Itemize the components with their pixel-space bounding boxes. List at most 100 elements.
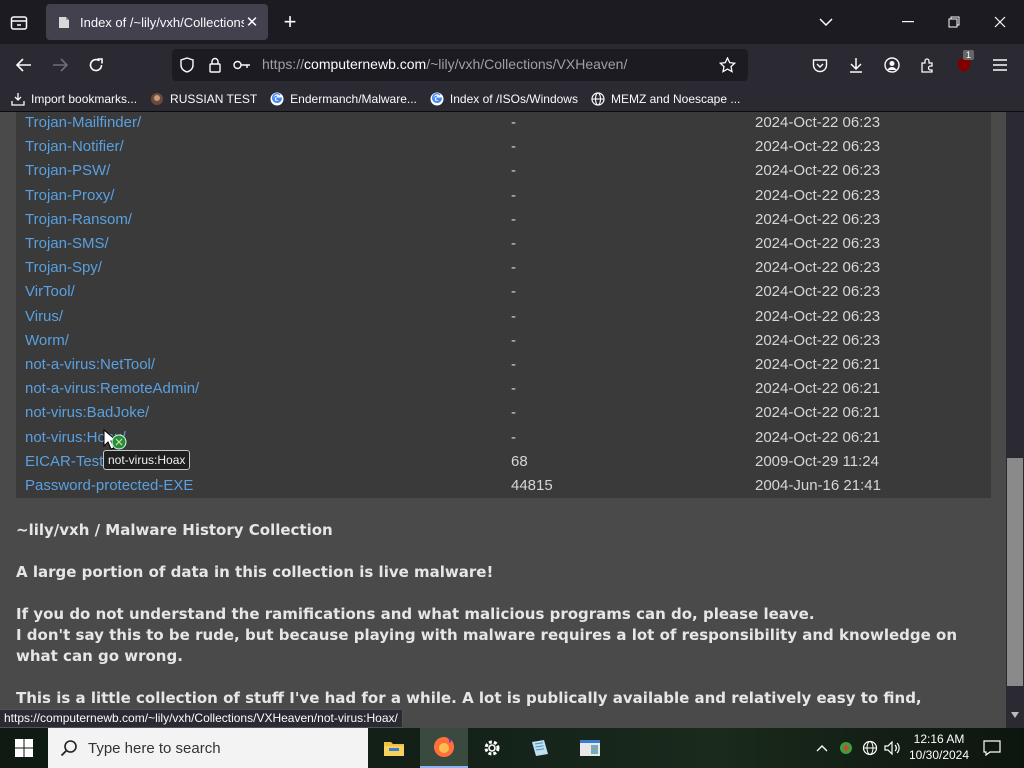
bookmark-star-icon[interactable] [718, 56, 736, 74]
listing-size: - [511, 331, 516, 349]
listing-link[interactable]: EICAR-Test [25, 453, 103, 470]
bookmark-russian-test[interactable]: RUSSIAN TEST [149, 91, 257, 107]
taskbar-search-box[interactable]: Type here to search [48, 728, 368, 768]
listing-size: - [511, 307, 516, 325]
listing-date: 2024-Oct-22 06:23 [755, 186, 881, 204]
listing-link[interactable]: Trojan-Ransom/ [25, 211, 132, 228]
tray-overflow-icon[interactable] [812, 738, 832, 758]
url-bar[interactable]: https://computernewb.com/~lily/vxh/Colle… [172, 49, 748, 81]
listing-link[interactable]: Virus/ [25, 308, 63, 325]
close-window-icon[interactable] [990, 12, 1010, 32]
listing-date: 2024-Oct-22 06:23 [755, 210, 881, 228]
pocket-icon[interactable] [810, 55, 830, 75]
bookmark-label: MEMZ and Noescape ... [610, 91, 741, 106]
extensions-icon[interactable] [918, 55, 938, 75]
tab-title: Index of /~lily/vxh/Collections/ [80, 14, 244, 30]
listing-date: 2024-Oct-22 06:21 [755, 356, 881, 373]
url-scheme: https:// [262, 56, 305, 72]
listing-size: - [511, 235, 516, 252]
firefox-icon[interactable] [420, 728, 468, 768]
restore-icon[interactable] [944, 12, 964, 32]
account-icon[interactable] [882, 55, 902, 75]
listing-link[interactable]: Worm/ [25, 332, 69, 349]
taskbar-clock[interactable]: 12:16 AM 10/30/2024 [904, 731, 974, 763]
listing-link[interactable]: Password-protected-EXE [25, 477, 193, 494]
search-placeholder: Type here to search [88, 739, 221, 757]
bookmark-label: RUSSIAN TEST [170, 91, 258, 106]
notification-icon[interactable] [982, 738, 1002, 758]
listing-date: 2024-Oct-22 06:23 [755, 331, 881, 349]
tab-list-icon[interactable] [8, 12, 30, 34]
start-button[interactable] [0, 728, 48, 768]
listing-row: not-a-virus:NetTool/ - 2024-Oct-22 06:21 [16, 354, 991, 378]
listing-size: - [511, 210, 516, 228]
listing-date: 2009-Oct-29 11:24 [755, 452, 879, 470]
listing-row: Worm/ - 2024-Oct-22 06:23 [16, 330, 991, 354]
page-scrollbar[interactable] [1006, 112, 1024, 728]
notepad-icon[interactable] [516, 728, 564, 768]
ublock-icon[interactable]: 1 [954, 50, 975, 75]
page-favicon-icon [59, 17, 69, 28]
listing-date: 2024-Oct-22 06:21 [755, 380, 881, 398]
bookmark-import[interactable]: Import bookmarks... [10, 91, 137, 107]
key-icon[interactable] [232, 56, 252, 74]
site-icon [149, 91, 165, 107]
scroll-down-icon[interactable] [1011, 712, 1019, 718]
volume-icon[interactable] [882, 738, 902, 758]
lock-icon[interactable] [206, 56, 224, 74]
settings-icon[interactable] [468, 728, 516, 768]
bookmark-isos-windows[interactable]: Index of /ISOs/Windows [429, 91, 578, 107]
listing-link[interactable]: Trojan-Spy/ [25, 259, 102, 276]
listing-date: 2024-Oct-22 06:23 [755, 162, 881, 180]
reload-icon[interactable] [86, 55, 106, 75]
listing-row: not-a-virus:RemoteAdmin/ - 2024-Oct-22 06:… [16, 378, 991, 402]
bookmark-label: Import bookmarks... [31, 91, 138, 106]
minimize-icon[interactable] [898, 12, 918, 32]
about-warning: A large portion of data in this collecti… [16, 563, 494, 581]
bookmark-memz[interactable]: MEMZ and Noescape ... [590, 91, 740, 107]
scrollbar-thumb[interactable] [1007, 458, 1023, 686]
listing-row: Trojan-PSW/ - 2024-Oct-22 06:23 [16, 160, 991, 184]
chevron-down-icon[interactable] [816, 12, 836, 32]
listing-row: Virus/ - 2024-Oct-22 06:23 [16, 306, 991, 330]
forward-arrow-icon[interactable] [50, 55, 70, 75]
listing-link[interactable]: Trojan-PSW/ [25, 162, 110, 179]
download-icon[interactable] [846, 55, 866, 75]
menu-icon[interactable] [990, 55, 1010, 75]
tab-close-icon[interactable]: ✕ [244, 13, 260, 31]
globe-icon [590, 91, 606, 107]
file-explorer-icon[interactable] [370, 728, 418, 768]
bookmark-endermanch[interactable]: Endermanch/Malware... [269, 91, 417, 107]
listing-row: Trojan-Ransom/ - 2024-Oct-22 06:23 [16, 209, 991, 233]
back-arrow-icon[interactable] [14, 55, 34, 75]
listing-size: - [511, 186, 516, 204]
listing-link[interactable]: Trojan-Proxy/ [25, 187, 114, 204]
new-tab-icon[interactable]: + [280, 9, 300, 34]
window-app-icon[interactable] [566, 728, 614, 768]
listing-row: Trojan-Spy/ - 2024-Oct-22 06:23 [16, 257, 991, 281]
listing-link[interactable]: not-a-virus:NetTool/ [25, 356, 155, 373]
url-path: /~lily/vxh/Collections/VXHeaven/ [426, 56, 628, 72]
listing-link[interactable]: Trojan-Notifier/ [25, 138, 124, 155]
shield-icon[interactable] [178, 56, 196, 74]
listing-link[interactable]: VirTool/ [25, 283, 75, 300]
listing-link[interactable]: not-a-virus:RemoteAdmin/ [25, 380, 199, 397]
page-content: Trojan-Mailfinder/-2024-Oct-22 06:23 Troj… [0, 112, 1006, 728]
network-globe-icon[interactable] [860, 738, 880, 758]
listing-link[interactable]: Trojan-Mailfinder/ [25, 114, 141, 131]
listing-size: - [511, 428, 516, 446]
tray-app-icon[interactable] [836, 738, 856, 758]
listing-link[interactable]: not-virus:BadJoke/ [25, 404, 149, 421]
google-icon [269, 91, 285, 107]
about-section: ~lily/vxh / Malware History Collection A… [16, 520, 976, 728]
about-advice-2: I don't say this to be rude, but because… [16, 626, 958, 665]
tab-active[interactable]: Index of /~lily/vxh/Collections/ ✕ [46, 4, 268, 40]
listing-size: - [511, 138, 516, 156]
url-text: https://computernewb.com/~lily/vxh/Colle… [262, 56, 627, 72]
listing-row: Trojan-Notifier/ - 2024-Oct-22 06:23 [16, 136, 991, 160]
status-link-url: https://computernewb.com/~lily/vxh/Colle… [0, 709, 403, 728]
listing-row: Trojan-SMS/ - 2024-Oct-22 06:23 [16, 233, 991, 257]
listing-link[interactable]: Trojan-SMS/ [25, 235, 109, 252]
listing-date: 2024-Oct-22 06:23 [755, 307, 881, 325]
about-intro: This is a little collection of stuff I'v… [16, 689, 922, 707]
